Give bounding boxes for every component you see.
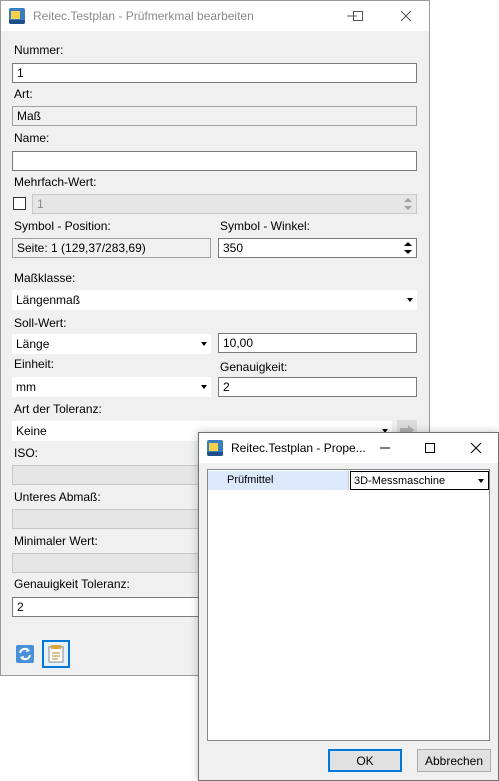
- property-grid: Prüfmittel 3D-Messmaschine: [207, 469, 490, 741]
- symbol-winkel-spin-buttons[interactable]: [401, 240, 415, 256]
- property-value-dropdown[interactable]: 3D-Messmaschine: [350, 471, 489, 490]
- genauigkeit-input[interactable]: 2: [218, 377, 417, 397]
- genauigkeit-tol-label: Genauigkeit Toleranz:: [14, 577, 130, 591]
- symbol-winkel-label: Symbol - Winkel:: [220, 219, 311, 233]
- dialog-close-button[interactable]: [453, 433, 499, 463]
- mehrfach-value: 1: [37, 197, 44, 211]
- mehrfach-label: Mehrfach-Wert:: [14, 175, 97, 189]
- property-name-cell: Prüfmittel: [208, 471, 349, 490]
- minimize-icon: [380, 447, 390, 449]
- chevron-down-icon: [201, 385, 207, 389]
- property-name: Prüfmittel: [227, 474, 274, 486]
- close-icon: [401, 11, 411, 21]
- symbol-winkel-spinner[interactable]: 350: [218, 238, 417, 258]
- einheit-value: mm: [16, 380, 36, 394]
- nummer-input[interactable]: 1: [12, 63, 417, 83]
- maximize-button[interactable]: [335, 1, 381, 31]
- chevron-down-icon: [478, 479, 484, 483]
- massklasse-label: Maßklasse:: [14, 271, 76, 285]
- symbol-position-label: Symbol - Position:: [14, 219, 111, 233]
- unteres-label: Unteres Abmaß:: [14, 490, 101, 504]
- sollwert-type-dropdown[interactable]: Länge: [12, 334, 211, 354]
- refresh-icon: [16, 645, 34, 663]
- name-input[interactable]: [12, 151, 417, 171]
- property-row[interactable]: Prüfmittel 3D-Messmaschine: [208, 471, 489, 490]
- cancel-button[interactable]: Abbrechen: [417, 749, 491, 772]
- mehrfach-checkbox[interactable]: [13, 197, 26, 210]
- toleranz-value: Keine: [16, 424, 47, 438]
- einheit-label: Einheit:: [14, 357, 55, 371]
- art-label: Art:: [14, 87, 33, 101]
- symbol-winkel-value: 350: [223, 241, 244, 255]
- dialog-maximize-button[interactable]: [407, 433, 453, 463]
- close-icon: [471, 443, 481, 453]
- name-label: Name:: [14, 131, 50, 145]
- dialog-titlebar[interactable]: Reitec.Testplan - Prope...: [199, 433, 498, 463]
- sollwert-type-value: Länge: [16, 337, 50, 351]
- iso-label: ISO:: [14, 446, 39, 460]
- chevron-down-icon: [201, 342, 207, 346]
- chevron-down-icon: [407, 298, 413, 302]
- cancel-label: Abbrechen: [424, 753, 484, 768]
- art-field: Maß: [12, 106, 417, 126]
- ok-button[interactable]: OK: [328, 749, 402, 772]
- mehrfach-spin-buttons: [401, 196, 415, 212]
- toleranz-label: Art der Toleranz:: [14, 402, 102, 416]
- genauigkeit-label: Genauigkeit:: [220, 360, 288, 374]
- refresh-button[interactable]: [11, 640, 39, 668]
- minimal-label: Minimaler Wert:: [14, 534, 98, 548]
- nummer-label: Nummer:: [14, 43, 64, 57]
- sollwert-input[interactable]: 10,00: [218, 333, 417, 353]
- properties-dialog: Reitec.Testplan - Prope... Prüfmittel 3D…: [198, 432, 499, 781]
- massklasse-dropdown[interactable]: Längenmaß: [12, 290, 417, 310]
- close-button[interactable]: [383, 1, 429, 31]
- properties-icon: [48, 645, 64, 663]
- app-icon: [207, 440, 223, 456]
- dialog-title: Reitec.Testplan - Prope...: [231, 441, 366, 455]
- dialog-minimize-button[interactable]: [362, 433, 408, 463]
- sollwert-label: Soll-Wert:: [14, 316, 67, 330]
- symbol-position-field: Seite: 1 (129,37/283,69): [12, 238, 211, 258]
- main-titlebar[interactable]: Reitec.Testplan - Prüfmerkmal bearbeiten: [1, 1, 429, 31]
- maximize-icon: [425, 443, 435, 453]
- maximize-icon: [353, 11, 363, 21]
- app-icon: [9, 8, 25, 24]
- massklasse-value: Längenmaß: [16, 293, 81, 307]
- main-window-title: Reitec.Testplan - Prüfmerkmal bearbeiten: [33, 9, 254, 23]
- ok-label: OK: [356, 753, 374, 768]
- property-value: 3D-Messmaschine: [354, 475, 446, 487]
- properties-button[interactable]: [42, 640, 70, 668]
- mehrfach-spinner: 1: [32, 194, 417, 214]
- einheit-dropdown[interactable]: mm: [12, 377, 211, 397]
